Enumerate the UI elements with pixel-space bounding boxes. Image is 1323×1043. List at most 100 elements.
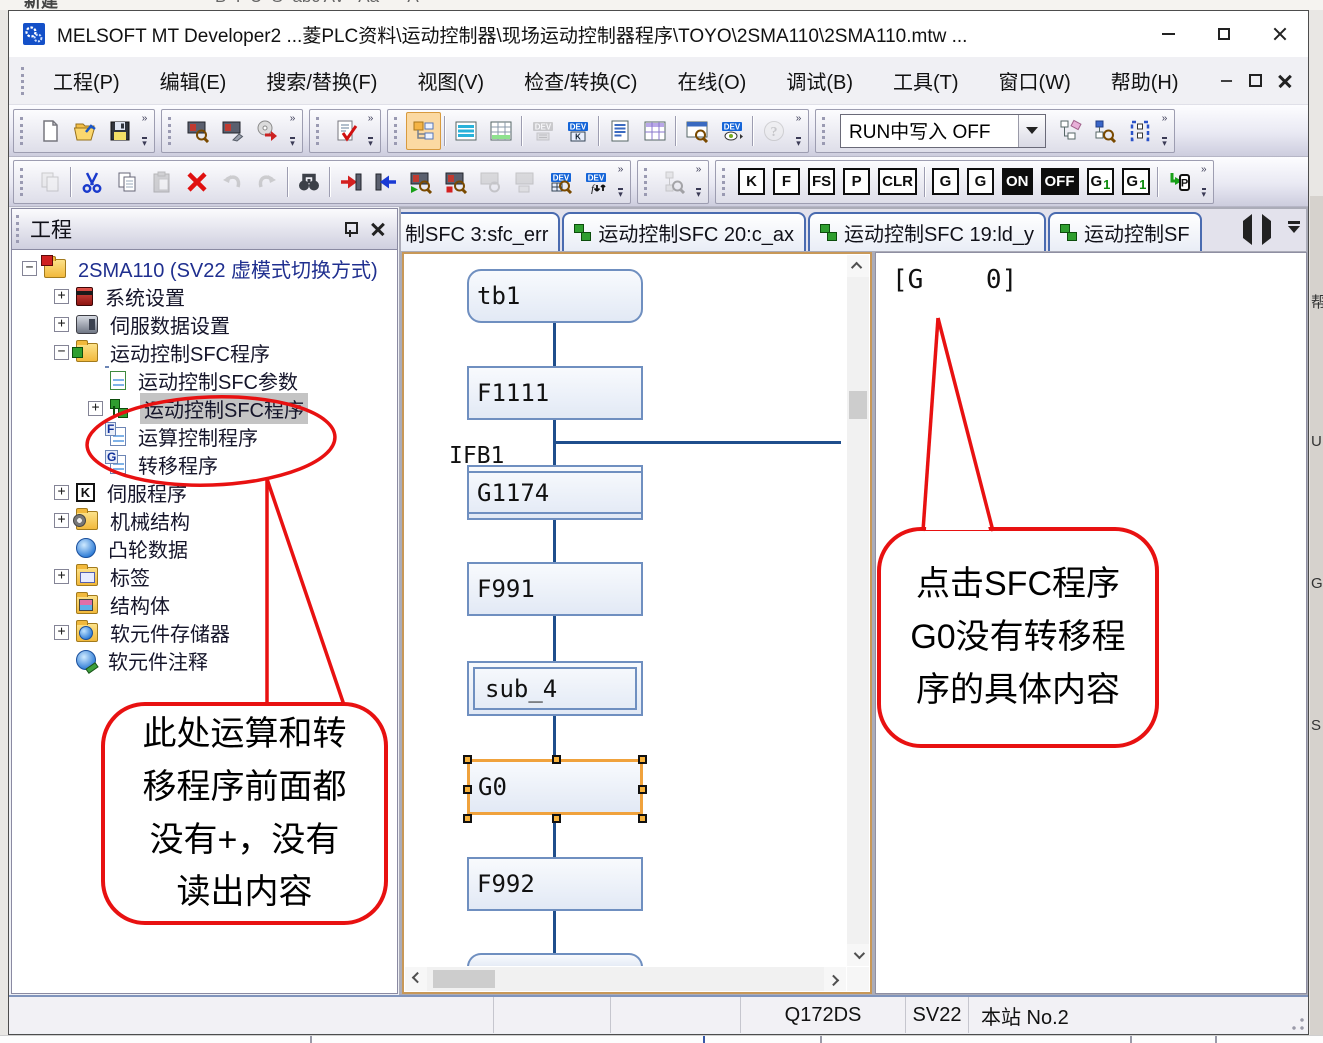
register-monitor-button[interactable] [637, 112, 672, 150]
expander-plus-icon[interactable]: + [54, 625, 69, 640]
undo-button[interactable] [214, 163, 249, 201]
tree-item-1[interactable]: −2SMA110 (SV22 虚模式切换方式) [12, 254, 397, 282]
toolbar-grip[interactable] [394, 117, 398, 145]
sfc-search-button[interactable] [1087, 112, 1122, 150]
minimize-button[interactable] [1140, 11, 1196, 57]
device-test-button[interactable]: DEV [543, 163, 578, 201]
panel-close-icon[interactable] [371, 222, 385, 236]
symbol-fs-button[interactable]: FS [808, 168, 835, 195]
expander-plus-icon[interactable]: + [88, 401, 103, 416]
menu-item-10[interactable]: 帮助(H) [1091, 60, 1199, 101]
symbol-g2-button[interactable]: G [967, 168, 994, 195]
mdi-restore-button[interactable] [1249, 74, 1262, 87]
toolbar-overflow-chevron[interactable]: »▾ [363, 112, 378, 150]
toolbar-grip[interactable] [20, 168, 24, 196]
toolbar-grip[interactable] [822, 117, 826, 145]
scroll-down-button[interactable] [847, 944, 869, 966]
resize-grip[interactable] [1291, 1017, 1305, 1031]
copy-button[interactable] [109, 163, 144, 201]
window-search-button[interactable] [679, 112, 714, 150]
menu-item-8[interactable]: 工具(T) [873, 60, 979, 101]
tree-item-13[interactable]: 结构体 [12, 590, 397, 618]
sfc-edit-button[interactable] [1052, 112, 1087, 150]
open-button[interactable] [67, 112, 102, 150]
combo-dropdown-button[interactable] [1018, 115, 1045, 147]
device-monitor-button[interactable]: DEVK [560, 112, 595, 150]
symbol-p-button[interactable]: P [843, 168, 870, 195]
sfc-node-sub_4[interactable]: sub_4 [467, 661, 643, 716]
toolbar-overflow-chevron[interactable]: »▾ [691, 163, 706, 201]
menu-item-4[interactable]: 视图(V) [397, 60, 504, 101]
menu-item-3[interactable]: 搜索/替换(F) [246, 60, 397, 101]
tree-item-2[interactable]: +系统设置 [12, 282, 397, 310]
run-write-combo[interactable]: RUN中写入 OFF [840, 114, 1046, 148]
tree-item-9[interactable]: +K伺服程序 [12, 478, 397, 506]
toolbar-grip[interactable] [316, 117, 320, 145]
menu-item-2[interactable]: 编辑(E) [140, 60, 247, 101]
symbol-on-button[interactable]: ON [1002, 168, 1033, 195]
mdi-minimize-button[interactable] [1221, 80, 1232, 82]
menu-item-9[interactable]: 窗口(W) [979, 60, 1091, 101]
symbol-k-button[interactable]: K [738, 168, 765, 195]
document-list-button[interactable] [602, 112, 637, 150]
duplicate-button[interactable] [32, 163, 67, 201]
menubar-grip[interactable] [21, 67, 25, 95]
monitor-start-button[interactable] [403, 163, 438, 201]
sfc-node-clipped[interactable] [467, 953, 643, 966]
menu-item-6[interactable]: 在线(O) [657, 60, 766, 101]
prev-tab-button[interactable] [1236, 221, 1252, 239]
tab-3[interactable]: 运动控制SFC 19:ld_y [808, 212, 1046, 251]
selection-handle[interactable] [638, 785, 647, 794]
horizontal-scrollbar[interactable] [405, 967, 846, 991]
tree-item-7[interactable]: 运算控制程序 [12, 422, 397, 450]
next-tab-button[interactable] [1262, 221, 1278, 239]
sfc-node-F992[interactable]: F992 [467, 857, 643, 911]
toolbar-overflow-chevron[interactable]: »▾ [1196, 163, 1211, 201]
menu-item-1[interactable]: 工程(P) [33, 60, 140, 101]
toolbar-overflow-chevron[interactable]: »▾ [791, 112, 806, 150]
maximize-button[interactable] [1196, 11, 1252, 57]
device-batch-button[interactable]: DEV [525, 112, 560, 150]
toolbar-grip[interactable] [644, 168, 648, 196]
tab-2[interactable]: 运动控制SFC 20:c_ax [562, 212, 806, 251]
monitor-mode-button[interactable] [508, 163, 543, 201]
project-tree-toggle[interactable] [406, 112, 441, 150]
scroll-right-button[interactable] [824, 967, 846, 991]
sfc-zoom-button[interactable] [656, 163, 691, 201]
expander-plus-icon[interactable]: + [54, 513, 69, 528]
toolbar-overflow-chevron[interactable]: »▾ [285, 112, 300, 150]
selection-handle[interactable] [552, 814, 561, 823]
vertical-scrollbar[interactable] [847, 255, 869, 966]
toolbar-overflow-chevron[interactable]: »▾ [137, 112, 152, 150]
sfc-canvas[interactable]: tb1F1111G1174F991sub_4G0F992IFB1 [405, 255, 846, 966]
sfc-node-F1111[interactable]: F1111 [467, 366, 643, 420]
tree-item-10[interactable]: +机械结构 [12, 506, 397, 534]
sfc-node-tb1[interactable]: tb1 [467, 269, 643, 323]
tree-item-15[interactable]: 软元件注释 [12, 646, 397, 674]
write-to-controller-button[interactable] [333, 163, 368, 201]
tab-4[interactable]: 运动控制SF [1048, 212, 1202, 251]
menu-item-7[interactable]: 调试(B) [766, 60, 873, 101]
vertical-scroll-thumb[interactable] [849, 391, 867, 419]
expander-plus-icon[interactable]: + [54, 485, 69, 500]
expander-plus-icon[interactable]: + [54, 289, 69, 304]
device-transfer-button[interactable]: DEVf [578, 163, 613, 201]
expander-plus-icon[interactable]: + [54, 569, 69, 584]
horizontal-scroll-thumb[interactable] [433, 970, 495, 988]
jump-p-button[interactable]: P [1161, 163, 1196, 201]
sfc-node-G1174[interactable]: G1174 [467, 465, 643, 520]
selection-handle[interactable] [638, 755, 647, 764]
expander-minus-icon[interactable]: − [54, 345, 69, 360]
tree-item-8[interactable]: 转移程序 [12, 450, 397, 478]
scroll-up-button[interactable] [847, 255, 869, 277]
sfc-select-button[interactable] [1122, 112, 1157, 150]
selection-handle[interactable] [463, 785, 472, 794]
list-view-button[interactable] [448, 112, 483, 150]
device-watch-button[interactable]: DEV [714, 112, 749, 150]
paste-button[interactable] [144, 163, 179, 201]
symbol-clr-button[interactable]: CLR [878, 168, 917, 195]
new-button[interactable] [32, 112, 67, 150]
symbol-off-button[interactable]: OFF [1041, 168, 1079, 195]
expander-plus-icon[interactable]: + [54, 317, 69, 332]
redo-button[interactable] [249, 163, 284, 201]
